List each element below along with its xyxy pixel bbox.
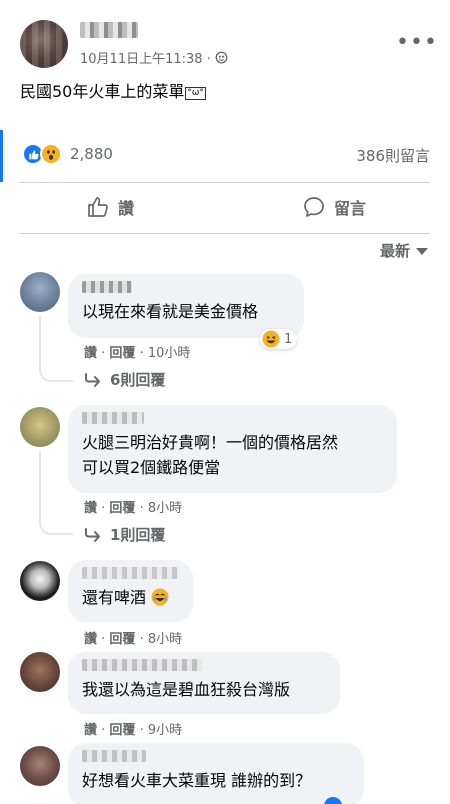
privacy-globe-icon — [215, 51, 228, 64]
comment-reply-button[interactable]: 回覆 — [109, 346, 135, 361]
chevron-down-icon — [416, 248, 428, 255]
view-replies-button[interactable]: 6則回覆 — [84, 369, 165, 390]
comment-text: 我還以為這是碧血狂殺台灣版 — [82, 680, 291, 699]
like-button-label: 讚 — [118, 199, 135, 218]
post-text-body: 民國50年火車上的菜單 — [20, 82, 185, 101]
commenter-avatar[interactable] — [20, 746, 60, 786]
comment-text: 好想看火車大菜重現 誰辦的到？ — [82, 771, 312, 790]
comment-text: 還有啤酒 — [82, 585, 179, 610]
comment-text-line: 火腿三明治好貴啊！一個的價格居然 — [82, 433, 339, 452]
comment-sort-dropdown[interactable]: 最新 — [380, 240, 428, 261]
post-text: 民國50年火車上的菜單 °ω° — [20, 78, 206, 102]
commenter-avatar[interactable] — [20, 652, 60, 692]
comment-actions: 讚 · 回覆 · 8小時 — [84, 501, 183, 516]
replies-label: 1則回覆 — [110, 526, 166, 544]
comment-reply-button[interactable]: 回覆 — [109, 501, 135, 516]
thread-line — [39, 316, 73, 382]
comment-actions: 讚 · 回覆 · 10小時 — [84, 346, 191, 361]
comment-text-body: 還有啤酒 — [82, 588, 147, 607]
comment-button-label: 留言 — [334, 199, 367, 218]
thumbs-up-icon — [88, 197, 108, 217]
wow-reaction-icon — [40, 143, 62, 165]
reply-arrow-icon — [85, 372, 100, 387]
like-button[interactable]: 讚 — [86, 195, 134, 219]
sort-label: 最新 — [379, 242, 410, 260]
reply-arrow-icon — [85, 527, 100, 542]
comment-reaction-badge[interactable]: 1 — [260, 329, 298, 349]
commenter-name-redacted[interactable] — [82, 281, 132, 293]
comment-bubble: 好想看火車大菜重現 誰辦的到？ — [68, 743, 364, 804]
reaction-count: 2,880 — [70, 145, 113, 163]
comment-time[interactable]: 9小時 — [148, 723, 182, 738]
comment-like-button[interactable]: 讚 — [84, 632, 97, 647]
comment-button[interactable]: 留言 — [302, 195, 366, 219]
commenter-name-redacted[interactable] — [82, 750, 146, 762]
laughing-emoji-icon — [262, 330, 280, 348]
post-meta: 10月11日上午11:38 · — [80, 48, 228, 67]
divider-top — [20, 182, 430, 183]
poster-name-redacted[interactable] — [80, 22, 138, 38]
comment-reply-button[interactable]: 回覆 — [109, 723, 135, 738]
comment-like-button[interactable]: 讚 — [84, 346, 97, 361]
laughing-emoji-icon — [151, 588, 169, 606]
comment-count[interactable]: 386則留言 — [356, 145, 430, 166]
comment-reply-button[interactable]: 回覆 — [109, 632, 135, 647]
reaction-summary[interactable]: 2,880 — [22, 143, 113, 165]
comment-bubble: 火腿三明治好貴啊！一個的價格居然 可以買2個鐵路便當 — [68, 405, 397, 493]
comment-bubble: 我還以為這是碧血狂殺台灣版 — [68, 652, 340, 714]
comment-text: 以現在來看就是美金價格 — [82, 302, 259, 321]
commenter-avatar[interactable] — [20, 272, 60, 312]
view-replies-button[interactable]: 1則回覆 — [84, 524, 165, 545]
comment-actions: 讚 · 回覆 · 8小時 — [84, 632, 183, 647]
post-text-emoji: °ω° — [185, 87, 206, 100]
comment-bubble: 還有啤酒 — [68, 560, 193, 622]
comment-actions: 讚 · 回覆 · 9小時 — [84, 723, 183, 738]
comment-text-line: 可以買2個鐵路便當 — [82, 458, 221, 477]
comment-time[interactable]: 10小時 — [148, 346, 191, 361]
divider-bottom — [20, 233, 430, 234]
commenter-name-redacted[interactable] — [82, 412, 144, 424]
comment-time[interactable]: 8小時 — [148, 632, 182, 647]
comment-reaction-count: 1 — [284, 331, 293, 347]
commenter-name-redacted[interactable] — [82, 567, 178, 579]
comment-time[interactable]: 8小時 — [148, 501, 182, 516]
post-timestamp[interactable]: 10月11日上午11:38 · — [80, 48, 211, 67]
comment-like-button[interactable]: 讚 — [84, 723, 97, 738]
comment-bubble-icon — [304, 197, 324, 217]
replies-label: 6則回覆 — [110, 371, 166, 389]
comment-like-button[interactable]: 讚 — [84, 501, 97, 516]
commenter-avatar[interactable] — [20, 407, 60, 447]
focus-accent-bar — [0, 130, 3, 182]
poster-avatar[interactable] — [20, 20, 68, 68]
more-options-icon[interactable]: ••• — [396, 32, 438, 54]
commenter-avatar[interactable] — [20, 561, 60, 601]
commenter-name-redacted[interactable] — [82, 659, 202, 671]
